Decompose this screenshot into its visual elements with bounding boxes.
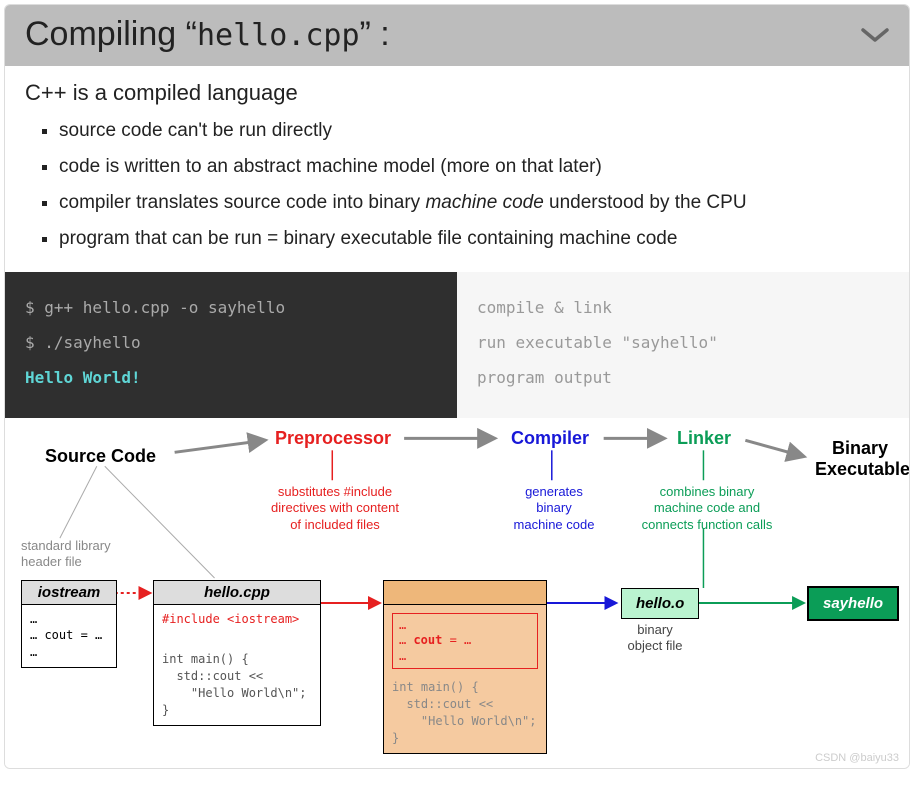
watermark: CSDN @baiyu33 <box>815 752 899 764</box>
terminal-line: Hello World! <box>25 360 437 395</box>
processed-body: int main() { std::cout << "Hello World\n… <box>384 677 546 752</box>
chevron-down-icon[interactable] <box>861 19 889 51</box>
stage-linker: Linker <box>677 428 731 449</box>
stage-binary: BinaryExecutable <box>815 438 905 481</box>
processed-included-content: … … cout = … … <box>392 613 538 670</box>
card-header: Compiling “hello.cpp” : <box>5 5 909 66</box>
desc-preprocessor: substitutes #include directives with con… <box>255 484 415 535</box>
title-filename: hello.cpp <box>197 18 360 53</box>
desc-compiler: generates binary machine code <box>511 484 597 535</box>
file-executable: sayhello <box>807 586 899 621</box>
stage-source: Source Code <box>45 446 156 467</box>
title-suffix: ” : <box>360 15 390 53</box>
terminal-line: $ ./sayhello <box>25 325 437 360</box>
title-prefix: Compiling “ <box>25 15 197 53</box>
bullet-item: program that can be run = binary executa… <box>59 228 889 250</box>
bullet-item: code is written to an abstract machine m… <box>59 156 889 178</box>
file-processed: … … cout = … … int main() { std::cout <<… <box>383 580 547 754</box>
file-body: int main() { std::cout << "Hello World\n… <box>154 633 320 724</box>
card-title: Compiling “hello.cpp” : <box>25 15 390 54</box>
desc-linker: combines binary machine code and connect… <box>633 484 781 535</box>
file-title: iostream <box>22 581 116 605</box>
file-object: hello.o <box>621 588 699 619</box>
compilation-diagram: Source Code Preprocessor Compiler Linker… <box>5 418 909 768</box>
header-file-label: standard library header file <box>21 538 111 572</box>
terminal-pane: $ g++ hello.cpp -o sayhello $ ./sayhello… <box>5 272 457 418</box>
bullet-item: compiler translates source code into bin… <box>59 192 889 214</box>
card: Compiling “hello.cpp” : C++ is a compile… <box>4 4 910 769</box>
object-file-label: binary object file <box>623 622 687 656</box>
bullet-list: source code can't be run directly code i… <box>25 120 889 250</box>
terminal-row: $ g++ hello.cpp -o sayhello $ ./sayhello… <box>5 272 909 418</box>
stage-preprocessor: Preprocessor <box>275 428 391 449</box>
explain-line: program output <box>477 360 889 395</box>
stage-compiler: Compiler <box>511 428 589 449</box>
explain-pane: compile & link run executable "sayhello"… <box>457 272 909 418</box>
terminal-line: $ g++ hello.cpp -o sayhello <box>25 290 437 325</box>
explain-line: run executable "sayhello" <box>477 325 889 360</box>
file-title: hello.cpp <box>154 581 320 605</box>
file-include-line: #include <iostream> <box>154 605 320 634</box>
file-hello-cpp: hello.cpp #include <iostream> int main()… <box>153 580 321 726</box>
file-iostream: iostream … … cout = … … <box>21 580 117 668</box>
subtitle: C++ is a compiled language <box>25 80 889 106</box>
explain-line: compile & link <box>477 290 889 325</box>
file-body: … … cout = … … <box>22 605 116 667</box>
card-body: C++ is a compiled language source code c… <box>5 66 909 272</box>
processed-title-bar <box>384 581 546 605</box>
bullet-item: source code can't be run directly <box>59 120 889 142</box>
